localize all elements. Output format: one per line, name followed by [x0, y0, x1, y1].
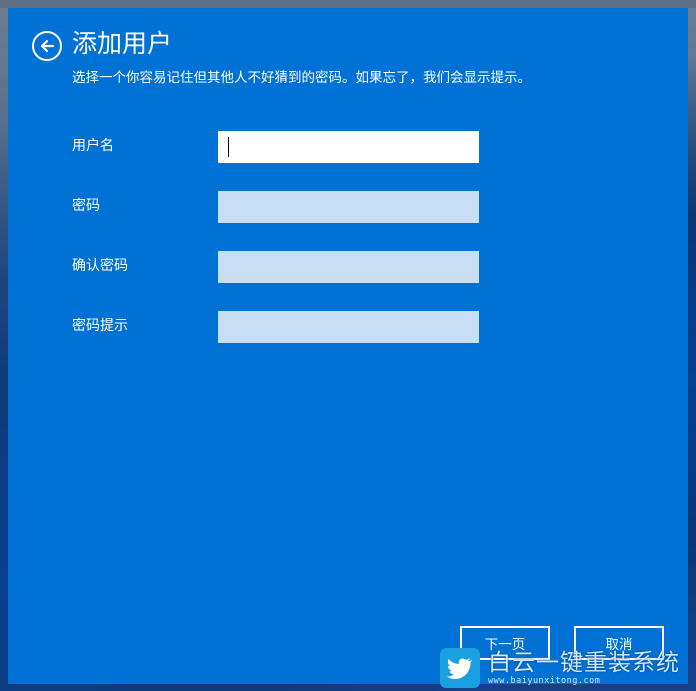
window-top-strip [0, 0, 696, 8]
username-label: 用户名 [72, 138, 114, 154]
password-hint-label: 密码提示 [72, 318, 128, 334]
bird-logo-icon [440, 647, 480, 688]
watermark-url: www.baiyunxitong.com [488, 675, 601, 686]
page-title: 添加用户 [72, 29, 173, 58]
password-label: 密码 [72, 198, 100, 214]
confirm-password-label: 确认密码 [72, 258, 128, 274]
add-user-dialog: 添加用户 选择一个你容易记住但其他人不好猜到的密码。如果忘了，我们会显示提示。 … [8, 8, 688, 684]
confirm-password-input[interactable] [218, 251, 479, 283]
back-button[interactable] [32, 31, 62, 61]
username-input[interactable] [218, 131, 479, 163]
password-hint-input[interactable] [218, 311, 479, 343]
page-subtitle: 选择一个你容易记住但其他人不好猜到的密码。如果忘了，我们会显示提示。 [72, 70, 531, 86]
password-input[interactable] [218, 191, 479, 223]
text-caret [228, 137, 229, 157]
watermark: 白云一键重装系统 www.baiyunxitong.com [440, 644, 696, 691]
back-arrow-circle-icon [40, 39, 55, 53]
watermark-title: 白云一键重装系统 [488, 649, 680, 676]
